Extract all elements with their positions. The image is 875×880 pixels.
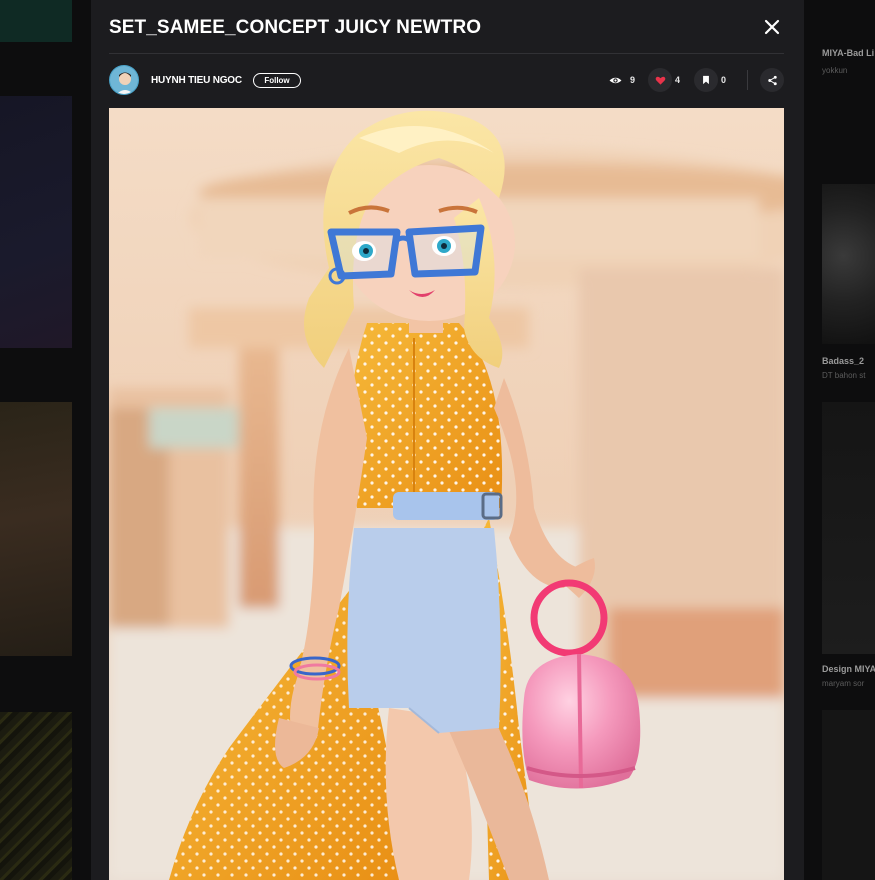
like-icon-wrap [648,68,672,92]
artwork-title: SET_SAMEE_CONCEPT JUICY NEWTRO [109,17,482,38]
gallery-card[interactable] [0,0,72,42]
heart-icon [655,76,665,85]
eye-icon [609,77,621,83]
gallery-card[interactable] [0,712,72,880]
author-bar: HUYNH TIEU NGOC Follow 9 4 0 [109,64,784,96]
gallery-card-title: Badass_2 [822,356,865,366]
gallery-card-title: Design MIYA [822,664,875,674]
gallery-card-author: yokkun [822,66,848,75]
likes-count: 4 [675,75,681,85]
gallery-thumbnail [0,712,72,880]
share-icon [767,75,777,85]
gallery-card[interactable] [822,184,875,344]
gallery-card[interactable] [822,710,875,880]
views-count: 9 [630,75,636,85]
save-icon-wrap [694,68,718,92]
bookmark-icon [703,75,709,85]
follow-button[interactable]: Follow [253,73,301,88]
gallery-thumbnail [0,402,72,656]
views-icon-wrap [603,68,627,92]
share-button[interactable] [760,68,784,92]
gallery-card-author: maryam sor [822,679,865,688]
gallery-card[interactable] [822,402,875,654]
avatar-image [110,66,138,94]
gallery-thumbnail [822,710,875,880]
close-icon [764,19,780,35]
author-name[interactable]: HUYNH TIEU NGOC [151,75,242,86]
gallery-thumbnail [822,402,875,654]
gallery-thumbnail [822,184,875,344]
stats-divider [747,70,748,90]
gallery-card[interactable] [0,96,72,348]
gallery-thumbnail [0,96,72,348]
artwork-modal: SET_SAMEE_CONCEPT JUICY NEWTRO HUYNH TIE… [91,0,804,880]
artwork-image[interactable] [109,108,784,880]
gallery-card-title: MIYA-Bad Li [822,48,875,58]
gallery-card[interactable] [0,402,72,656]
gallery-card-author: DT bahon st [822,371,866,380]
artwork-illustration [109,108,784,880]
saves-count: 0 [721,75,727,85]
close-button[interactable] [760,15,784,39]
header-divider [109,53,784,54]
avatar[interactable] [109,65,139,95]
